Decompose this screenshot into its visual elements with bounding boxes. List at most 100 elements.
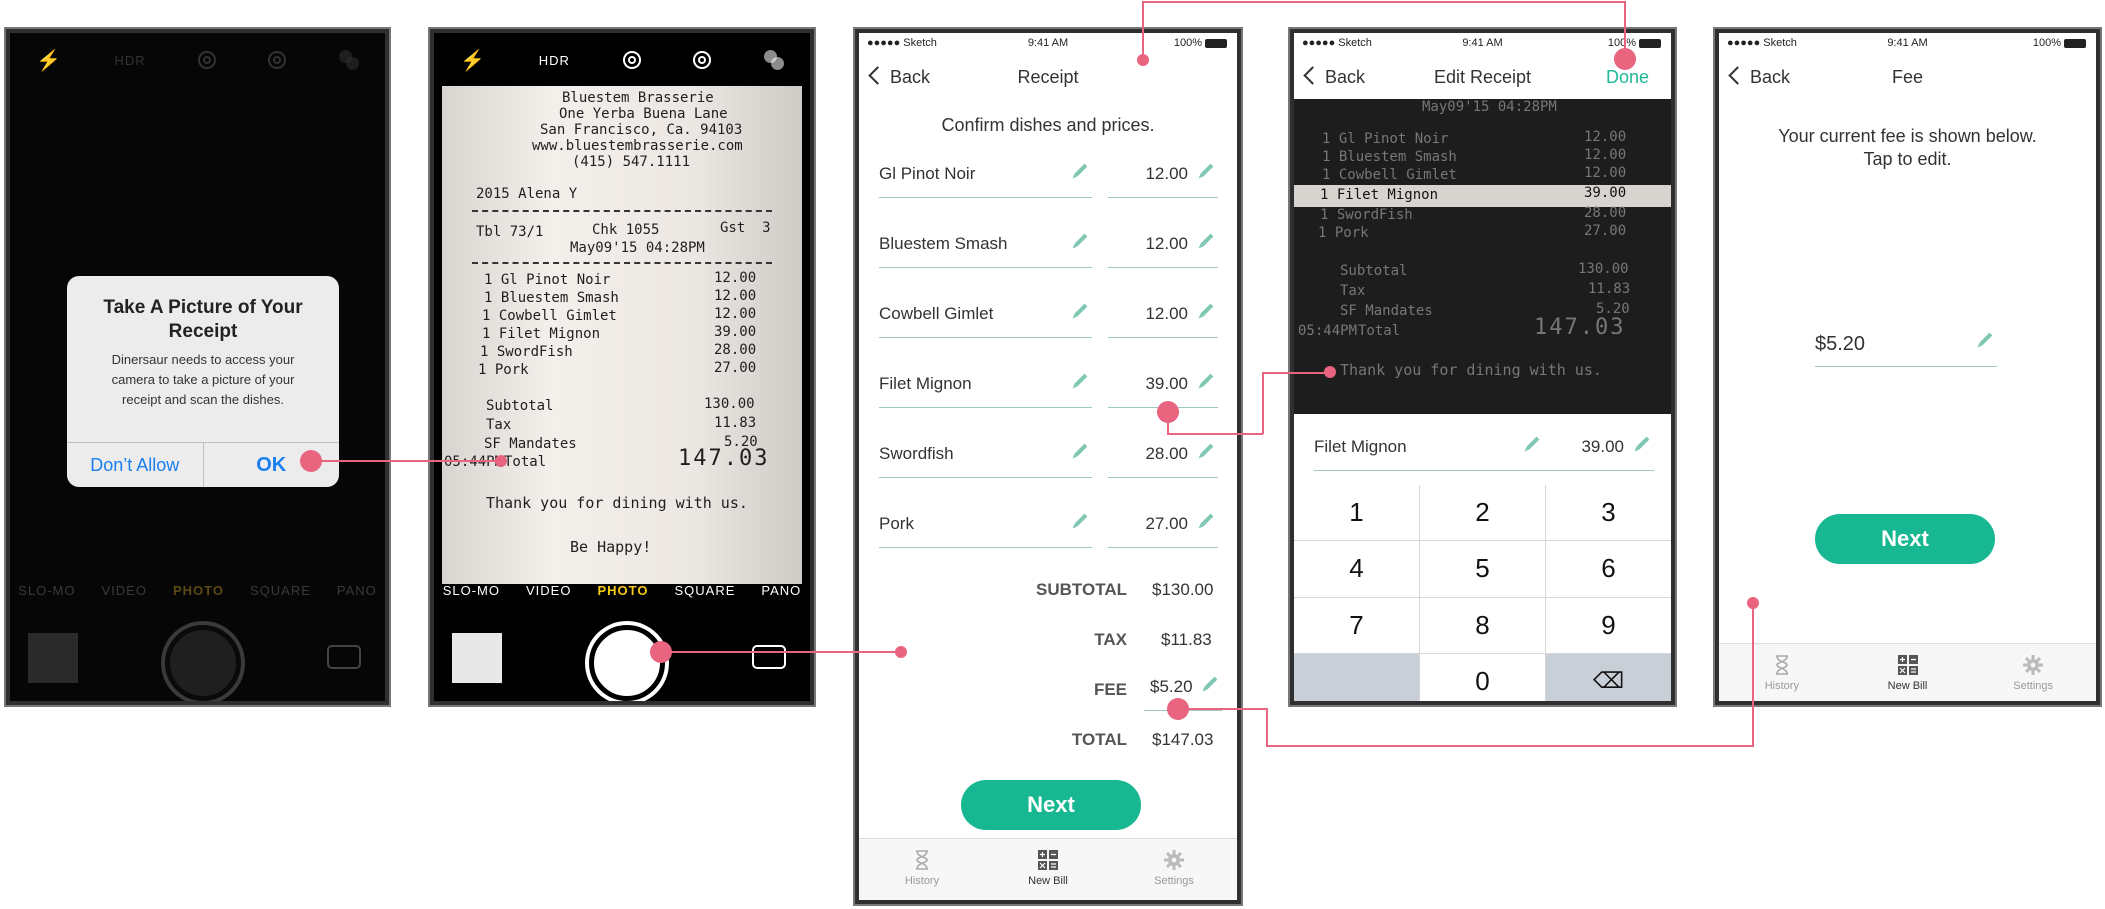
photo-thumbnail[interactable] — [452, 633, 502, 683]
live-photo-icon[interactable] — [198, 51, 217, 69]
next-button[interactable]: Next — [961, 780, 1141, 830]
key-4[interactable]: 4 — [1294, 541, 1419, 597]
backspace-key[interactable]: ⌫ — [1546, 653, 1671, 701]
edit-icon — [1074, 303, 1088, 317]
key-9[interactable]: 9 — [1546, 597, 1671, 653]
fee-instructions: Your current fee is shown below. Tap to … — [1719, 125, 2096, 171]
key-7[interactable]: 7 — [1294, 597, 1419, 653]
edit-icon — [1526, 436, 1540, 450]
dish-name-field[interactable]: Filet Mignon — [1314, 436, 1544, 471]
page-title: Fee — [1891, 67, 1924, 87]
dish-name-field[interactable]: Cowbell Gimlet — [879, 303, 1092, 338]
hdr-toggle[interactable]: HDR — [114, 53, 145, 68]
receipt-date: May09'15 04:28PM — [570, 240, 705, 256]
mode-photo[interactable]: PHOTO — [597, 583, 648, 598]
filters-icon[interactable] — [763, 50, 784, 70]
camera-top-bar: ⚡ HDR — [434, 33, 810, 87]
dish-price-field[interactable]: 12.00 — [1108, 163, 1218, 198]
key-2[interactable]: 2 — [1420, 485, 1545, 541]
edit-icon — [1074, 163, 1088, 177]
mode-slo-mo[interactable]: SLO-MO — [443, 583, 500, 598]
flip-camera-icon[interactable] — [327, 645, 361, 669]
camera-capture-screen: ⚡ HDR Bluestem Brasserie One Yerba Buena… — [430, 29, 814, 705]
flip-camera-icon[interactable] — [752, 645, 786, 669]
mode-pano[interactable]: PANO — [337, 583, 377, 598]
receipt-item: 1 SwordFish — [1320, 207, 1413, 223]
filters-icon[interactable] — [338, 50, 359, 70]
fee-input[interactable]: $5.20 — [1815, 332, 1997, 367]
receipt-server: 2015 Alena Y — [476, 186, 578, 202]
mode-slo-mo[interactable]: SLO-MO — [18, 583, 75, 598]
receipt-item: 1 SwordFish — [480, 344, 573, 360]
flash-icon[interactable]: ⚡ — [36, 48, 62, 73]
dish-price: 27.00 — [1145, 514, 1188, 533]
dish-name-field[interactable]: Bluestem Smash — [879, 233, 1092, 268]
tab-new-bill[interactable]: New Bill — [1845, 644, 1971, 701]
key-0[interactable]: 0 — [1420, 653, 1545, 701]
mode-photo[interactable]: PHOTO — [173, 583, 224, 598]
mode-video[interactable]: VIDEO — [102, 583, 147, 598]
tab-settings[interactable]: Settings — [1970, 644, 2096, 701]
dish-price: 39.00 — [1145, 374, 1188, 393]
alert-message: Dinersaur needs to access your camera to… — [111, 352, 295, 407]
receipt-be-happy: Be Happy! — [570, 538, 652, 556]
permission-alert: Take A Picture of Your Receipt Dinersaur… — [67, 276, 339, 487]
dish-name: Filet Mignon — [1314, 437, 1407, 456]
timer-icon[interactable] — [268, 51, 287, 69]
receipt-sf-label: SF Mandates — [1340, 303, 1433, 319]
timer-icon[interactable] — [693, 51, 712, 69]
receipt-tax-label: Tax — [486, 417, 512, 433]
flow-connector — [1167, 433, 1263, 435]
dish-name-field[interactable]: Gl Pinot Noir — [879, 163, 1092, 198]
edit-icon — [1200, 233, 1214, 247]
receipt-line: San Francisco, Ca. 94103 — [540, 122, 743, 138]
tab-settings[interactable]: Settings — [1111, 839, 1237, 900]
dish-name: Swordfish — [879, 444, 954, 463]
hourglass-icon — [1775, 655, 1788, 675]
receipt-price: 12.00 — [1584, 147, 1627, 163]
dish-price-field[interactable]: 27.00 — [1108, 513, 1218, 548]
receipt-table: Tbl 73/1 — [476, 224, 544, 240]
photo-thumbnail[interactable] — [28, 633, 78, 683]
key-6[interactable]: 6 — [1546, 541, 1671, 597]
dish-name-field[interactable]: Pork — [879, 513, 1092, 548]
dish-name-field[interactable]: Swordfish — [879, 443, 1092, 478]
tab-history[interactable]: History — [1719, 644, 1845, 701]
next-button[interactable]: Next — [1815, 514, 1995, 564]
flow-connector — [1178, 708, 1268, 710]
gear-icon — [2023, 655, 2044, 675]
hdr-toggle[interactable]: HDR — [539, 53, 570, 68]
done-button[interactable]: Done — [1606, 67, 1649, 88]
dish-price-field[interactable]: 12.00 — [1108, 233, 1218, 268]
mode-square[interactable]: SQUARE — [674, 583, 735, 598]
flow-dot — [1747, 597, 1759, 609]
dish-price-field[interactable]: 12.00 — [1108, 303, 1218, 338]
key-3[interactable]: 3 — [1546, 485, 1671, 541]
tab-new-bill[interactable]: New Bill — [985, 839, 1111, 900]
key-5[interactable]: 5 — [1420, 541, 1545, 597]
battery-icon — [2064, 38, 2086, 48]
edit-icon — [1200, 163, 1214, 177]
dont-allow-button[interactable]: Don’t Allow — [67, 443, 203, 487]
key-8[interactable]: 8 — [1420, 597, 1545, 653]
receipt-line: www.bluestembrasserie.com — [532, 138, 743, 154]
shutter-button[interactable] — [164, 625, 241, 701]
dish-name-field[interactable]: Filet Mignon — [879, 373, 1092, 408]
receipt-item: 1 Bluestem Smash — [1322, 149, 1457, 165]
mode-pano[interactable]: PANO — [761, 583, 801, 598]
fee-instructions-line1: Your current fee is shown below. — [1778, 126, 2037, 146]
fee-screen: ●●●●● Sketch 9:41 AM 100% Back Fee Your … — [1715, 29, 2100, 705]
live-photo-icon[interactable] — [622, 51, 641, 69]
battery-icon — [1639, 38, 1661, 48]
mode-video[interactable]: VIDEO — [526, 583, 571, 598]
dish-price-field[interactable]: 39.00 — [1544, 436, 1654, 471]
flash-icon[interactable]: ⚡ — [460, 48, 486, 73]
receipt-tax: 11.83 — [1588, 281, 1631, 297]
mode-square[interactable]: SQUARE — [250, 583, 311, 598]
flow-connector — [1262, 372, 1330, 374]
key-1[interactable]: 1 — [1294, 485, 1419, 541]
dish-price-field[interactable]: 28.00 — [1108, 443, 1218, 478]
flow-dot — [895, 646, 907, 658]
shutter-button[interactable] — [589, 625, 665, 701]
tab-history[interactable]: History — [859, 839, 985, 900]
